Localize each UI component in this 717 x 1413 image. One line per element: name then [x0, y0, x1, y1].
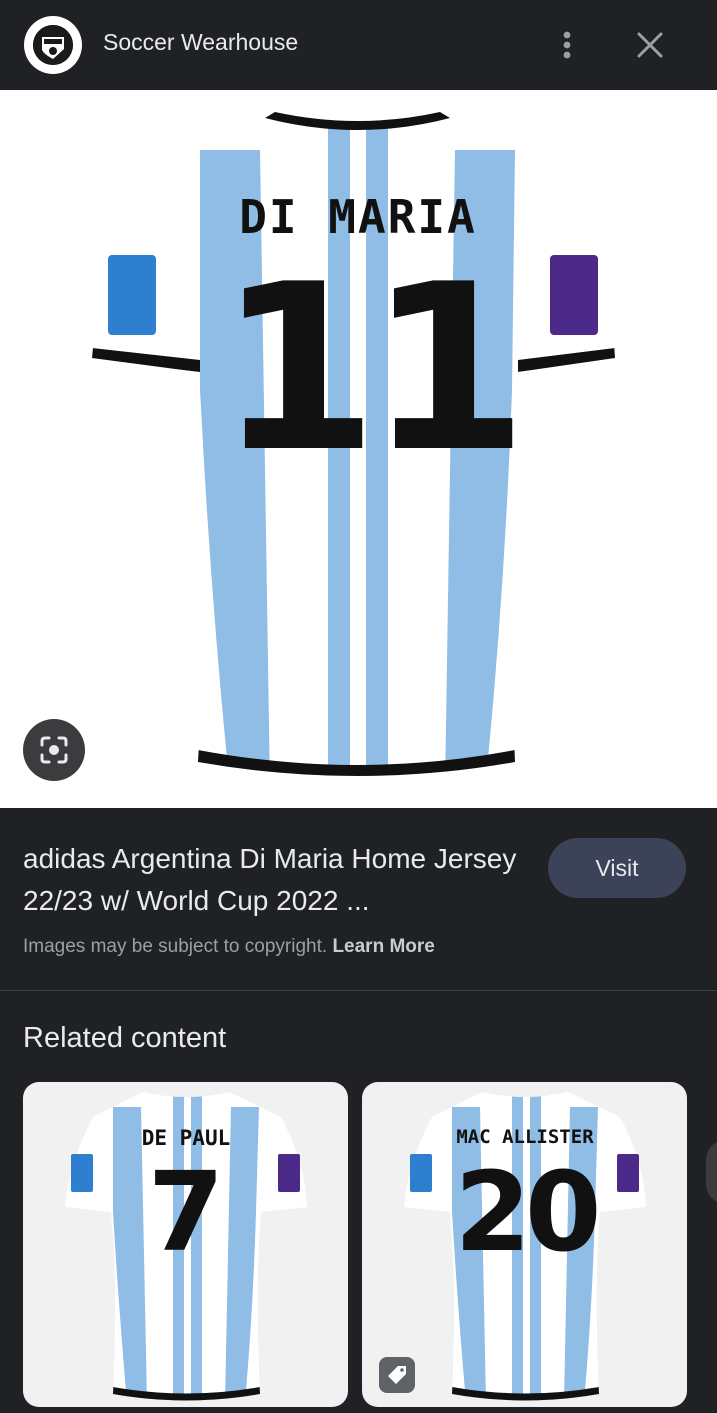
copyright-notice: Images may be subject to copyright. Lear…	[23, 936, 435, 958]
related-item-card[interactable]: MAC ALLISTER 20	[362, 1082, 687, 1407]
related-item-card[interactable]: DE PAUL 7	[23, 1082, 348, 1407]
copyright-text: Images may be subject to copyright.	[23, 936, 328, 957]
site-logo-mark	[33, 25, 73, 65]
google-lens-button[interactable]	[23, 719, 85, 781]
sleeve-patch-right	[550, 255, 598, 335]
more-options-button[interactable]	[550, 26, 584, 64]
close-icon	[637, 32, 663, 58]
main-product-image[interactable]: DI MARIA 11	[0, 90, 717, 808]
header-bar: Soccer Wearhouse	[0, 0, 717, 90]
related-jersey-name: MAC ALLISTER	[456, 1126, 594, 1148]
google-lens-icon	[40, 736, 68, 764]
more-vert-icon	[563, 31, 571, 59]
related-jersey-number: 20	[454, 1148, 601, 1276]
sleeve-patch-left	[108, 255, 156, 335]
related-jersey-number: 7	[147, 1148, 225, 1276]
result-title[interactable]: adidas Argentina Di Maria Home Jersey 22…	[23, 838, 533, 922]
scroll-next-button[interactable]	[706, 1140, 717, 1204]
section-divider	[0, 990, 717, 991]
close-button[interactable]	[630, 26, 670, 64]
visit-button[interactable]: Visit	[548, 838, 686, 898]
related-content-heading: Related content	[23, 1022, 227, 1054]
soccer-crest-icon	[33, 25, 73, 65]
related-jersey-name: DE PAUL	[141, 1126, 231, 1150]
shopping-tag-badge	[379, 1357, 415, 1393]
learn-more-link[interactable]: Learn More	[332, 936, 434, 957]
tag-icon	[388, 1366, 406, 1384]
site-logo[interactable]	[24, 16, 82, 74]
site-name[interactable]: Soccer Wearhouse	[103, 29, 298, 56]
jersey-number-text: 11	[218, 236, 528, 503]
